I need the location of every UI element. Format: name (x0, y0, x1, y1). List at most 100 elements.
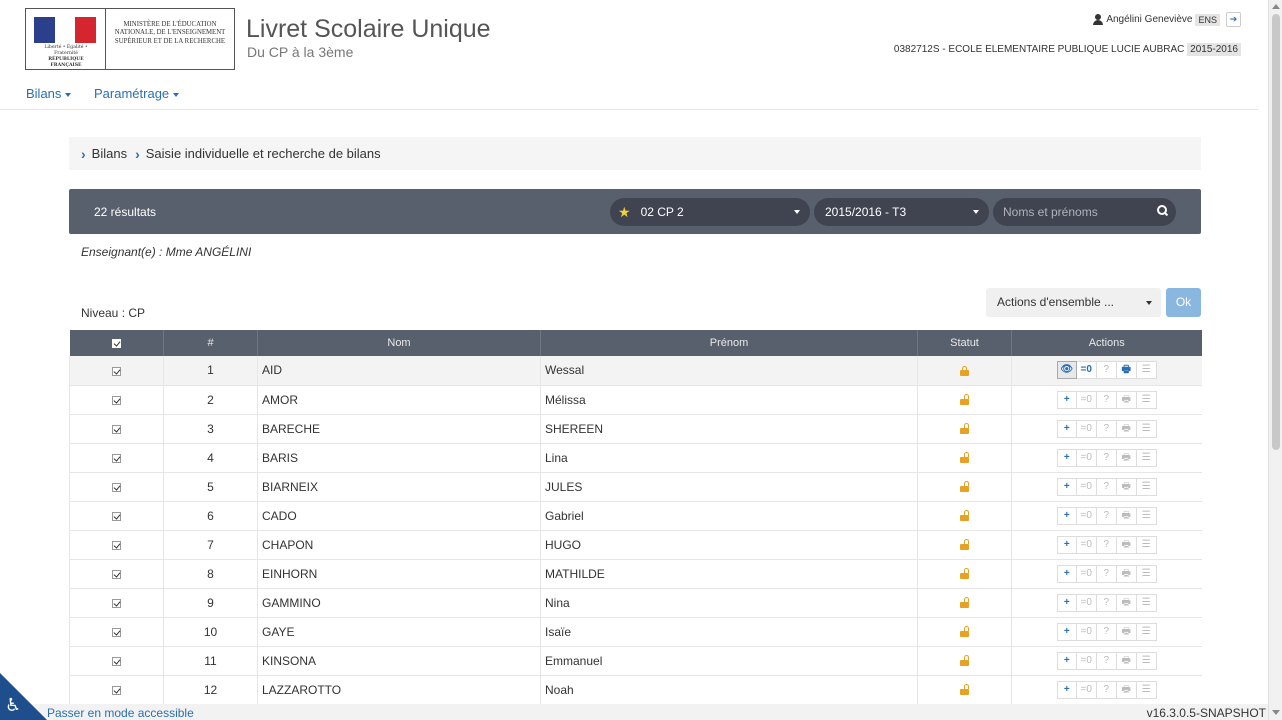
header-nom[interactable]: Nom (257, 330, 541, 356)
reset-button[interactable]: =0 (1076, 680, 1097, 699)
scrollbar[interactable] (1268, 0, 1282, 720)
add-button[interactable]: + (1056, 506, 1077, 525)
select-all-header[interactable] (69, 330, 164, 356)
row-checkbox[interactable] (112, 540, 121, 550)
row-checkbox[interactable] (112, 366, 121, 376)
menu-parametrage[interactable]: Paramétrage (94, 86, 180, 101)
reset-button[interactable]: =0 (1076, 361, 1097, 380)
reset-button[interactable]: =0 (1076, 477, 1097, 496)
scroll-up-icon[interactable] (1272, 4, 1280, 9)
row-select-cell[interactable] (69, 472, 164, 502)
ok-button[interactable]: Ok (1166, 288, 1201, 317)
row-select-cell[interactable] (69, 530, 164, 560)
bulk-actions-select[interactable]: Actions d'ensemble ... (986, 288, 1161, 317)
reset-button[interactable]: =0 (1076, 593, 1097, 612)
row-checkbox[interactable] (112, 627, 121, 637)
logout-button[interactable]: ➔ (1226, 12, 1241, 27)
accessible-mode-link[interactable]: Passer en mode accessible (47, 706, 194, 720)
reset-button[interactable]: =0 (1076, 535, 1097, 554)
print-button[interactable]: 🖶 (1116, 680, 1137, 699)
menu-button[interactable]: ☰ (1136, 361, 1157, 380)
menu-button[interactable]: ☰ (1136, 448, 1157, 467)
help-button[interactable]: ? (1096, 477, 1117, 496)
print-button[interactable]: 🖶 (1116, 448, 1137, 467)
reset-button[interactable]: =0 (1076, 448, 1097, 467)
row-select-cell[interactable] (69, 501, 164, 531)
add-button[interactable]: + (1056, 419, 1077, 438)
print-button[interactable]: 🖶 (1116, 593, 1137, 612)
print-button[interactable]: 🖶 (1116, 535, 1137, 554)
print-button[interactable]: 🖶 (1116, 419, 1137, 438)
row-checkbox[interactable] (112, 395, 121, 405)
add-button[interactable]: + (1056, 651, 1077, 670)
reset-button[interactable]: =0 (1076, 622, 1097, 641)
row-select-cell[interactable] (69, 559, 164, 589)
help-button[interactable]: ? (1096, 622, 1117, 641)
print-button[interactable]: 🖶 (1116, 477, 1137, 496)
add-button[interactable]: + (1056, 593, 1077, 612)
menu-button[interactable]: ☰ (1136, 622, 1157, 641)
add-button[interactable]: + (1056, 680, 1077, 699)
row-checkbox[interactable] (112, 685, 121, 695)
print-button[interactable]: 🖶 (1116, 390, 1137, 409)
row-checkbox[interactable] (112, 598, 121, 608)
row-checkbox[interactable] (112, 569, 121, 579)
search-input[interactable] (993, 198, 1176, 226)
menu-button[interactable]: ☰ (1136, 593, 1157, 612)
row-select-cell[interactable] (69, 588, 164, 618)
add-button[interactable]: + (1056, 448, 1077, 467)
menu-button[interactable]: ☰ (1136, 680, 1157, 699)
menu-button[interactable]: ☰ (1136, 564, 1157, 583)
reset-button[interactable]: =0 (1076, 390, 1097, 409)
menu-button[interactable]: ☰ (1136, 651, 1157, 670)
row-checkbox[interactable] (112, 511, 121, 521)
row-checkbox[interactable] (112, 482, 121, 492)
print-button[interactable]: 🖶 (1116, 651, 1137, 670)
row-select-cell[interactable] (69, 385, 164, 415)
help-button[interactable]: ? (1096, 361, 1117, 380)
add-button[interactable]: + (1056, 477, 1077, 496)
class-select[interactable]: ★ 02 CP 2 (610, 198, 810, 226)
row-select-cell[interactable] (69, 414, 164, 444)
row-checkbox[interactable] (112, 424, 121, 434)
scroll-down-icon[interactable] (1272, 710, 1280, 715)
header-prenom[interactable]: Prénom (540, 330, 918, 356)
menu-button[interactable]: ☰ (1136, 506, 1157, 525)
row-select-cell[interactable] (69, 675, 164, 705)
row-select-cell[interactable] (69, 646, 164, 676)
period-select[interactable]: 2015/2016 - T3 (814, 198, 989, 226)
reset-button[interactable]: =0 (1076, 651, 1097, 670)
search-icon[interactable] (1157, 205, 1167, 215)
reset-button[interactable]: =0 (1076, 564, 1097, 583)
add-button[interactable]: + (1056, 564, 1077, 583)
view-button[interactable]: 👁 (1056, 361, 1077, 380)
menu-button[interactable]: ☰ (1136, 477, 1157, 496)
breadcrumb-bilans[interactable]: Bilans (92, 146, 127, 161)
menu-button[interactable]: ☰ (1136, 535, 1157, 554)
menu-button[interactable]: ☰ (1136, 390, 1157, 409)
row-checkbox[interactable] (112, 656, 121, 666)
help-button[interactable]: ? (1096, 390, 1117, 409)
help-button[interactable]: ? (1096, 506, 1117, 525)
print-button[interactable]: 🖶 (1116, 564, 1137, 583)
reset-button[interactable]: =0 (1076, 419, 1097, 438)
row-select-cell[interactable] (69, 617, 164, 647)
print-button[interactable]: 🖶 (1116, 361, 1137, 380)
scroll-thumb[interactable] (1272, 14, 1280, 450)
reset-button[interactable]: =0 (1076, 506, 1097, 525)
wheelchair-icon[interactable]: ♿ (5, 695, 21, 716)
select-all-checkbox[interactable] (111, 338, 121, 348)
menu-button[interactable]: ☰ (1136, 419, 1157, 438)
print-button[interactable]: 🖶 (1116, 622, 1137, 641)
help-button[interactable]: ? (1096, 419, 1117, 438)
help-button[interactable]: ? (1096, 535, 1117, 554)
help-button[interactable]: ? (1096, 651, 1117, 670)
add-button[interactable]: + (1056, 390, 1077, 409)
row-select-cell[interactable] (69, 356, 164, 386)
add-button[interactable]: + (1056, 535, 1077, 554)
help-button[interactable]: ? (1096, 680, 1117, 699)
print-button[interactable]: 🖶 (1116, 506, 1137, 525)
help-button[interactable]: ? (1096, 448, 1117, 467)
menu-bilans[interactable]: Bilans (26, 86, 72, 101)
help-button[interactable]: ? (1096, 593, 1117, 612)
